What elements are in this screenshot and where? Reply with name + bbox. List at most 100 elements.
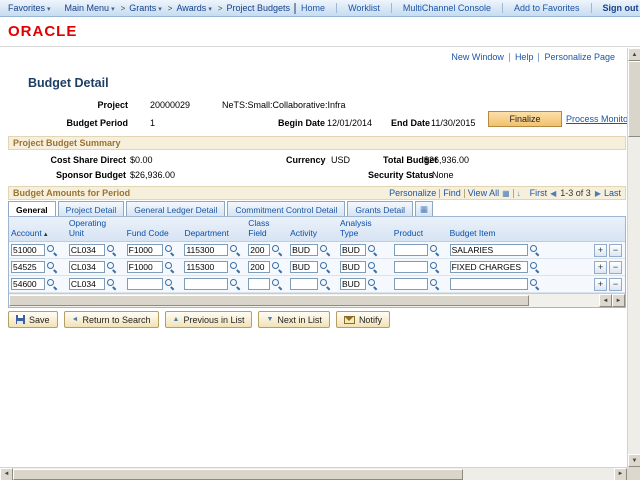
download-icon[interactable]: ↓ — [517, 189, 521, 198]
new-window-link[interactable]: New Window — [451, 52, 504, 62]
column-header-account[interactable]: Account▲ — [9, 228, 67, 241]
operating-unit-input[interactable] — [68, 244, 105, 256]
lookup-icon[interactable] — [429, 262, 440, 272]
column-header-class-field[interactable]: Class Field — [246, 218, 288, 241]
previous-page-icon[interactable]: ◀ — [550, 189, 556, 198]
fund-code-input[interactable] — [126, 278, 163, 290]
lookup-icon[interactable] — [47, 245, 57, 255]
scroll-left-icon[interactable]: ◄ — [0, 467, 13, 480]
find-link[interactable]: Find — [443, 188, 461, 198]
add-row-button[interactable]: + — [594, 277, 608, 291]
scroll-right-icon[interactable]: ► — [614, 467, 627, 480]
scrollbar-thumb[interactable] — [13, 468, 463, 480]
class-field-input[interactable] — [248, 244, 271, 256]
budget-item-input[interactable] — [449, 244, 528, 256]
grid-horizontal-scrollbar[interactable]: ◄ ► — [9, 293, 625, 307]
scroll-down-icon[interactable]: ▼ — [628, 454, 640, 467]
scroll-up-icon[interactable]: ▲ — [628, 48, 640, 61]
main-menu[interactable]: Main Menu ▾ — [65, 3, 117, 13]
delete-row-button[interactable]: − — [609, 243, 623, 257]
lookup-icon[interactable] — [529, 279, 540, 289]
lookup-icon[interactable] — [164, 279, 175, 289]
lookup-icon[interactable] — [367, 279, 378, 289]
class-field-input[interactable] — [248, 278, 271, 290]
fund-code-input[interactable] — [126, 261, 163, 273]
fund-code-input[interactable] — [126, 244, 163, 256]
department-input[interactable] — [184, 278, 229, 290]
analysis-type-input[interactable] — [339, 244, 366, 256]
notify-button[interactable]: Notify — [335, 311, 390, 328]
budget-item-input[interactable] — [449, 261, 528, 273]
lookup-icon[interactable] — [367, 262, 378, 272]
lookup-icon[interactable] — [367, 245, 378, 255]
operating-unit-input[interactable] — [68, 261, 105, 273]
activity-input[interactable] — [290, 244, 319, 256]
lookup-icon[interactable] — [320, 262, 330, 272]
tab-general[interactable]: General — [8, 201, 56, 216]
breadcrumb-project-budgets[interactable]: Project Budgets — [227, 3, 291, 13]
personalize-link[interactable]: Personalize — [389, 188, 436, 198]
product-input[interactable] — [393, 278, 428, 290]
column-header-budget-item[interactable]: Budget Item — [448, 228, 566, 241]
last-link[interactable]: Last — [604, 188, 621, 198]
lookup-icon[interactable] — [164, 245, 175, 255]
return-to-search-button[interactable]: ◄ Return to Search — [63, 311, 159, 328]
help-link[interactable]: Help — [515, 52, 534, 62]
lookup-icon[interactable] — [272, 245, 282, 255]
activity-input[interactable] — [290, 278, 319, 290]
lookup-icon[interactable] — [320, 245, 330, 255]
operating-unit-input[interactable] — [68, 278, 105, 290]
first-link[interactable]: First — [530, 188, 548, 198]
previous-in-list-button[interactable]: ▲ Previous in List — [164, 311, 253, 328]
account-input[interactable] — [11, 244, 45, 256]
column-header-department[interactable]: Department — [182, 228, 246, 241]
lookup-icon[interactable] — [429, 279, 440, 289]
lookup-icon[interactable] — [272, 279, 282, 289]
multichannel-console-link[interactable]: MultiChannel Console — [403, 3, 491, 13]
finalize-button[interactable]: Finalize — [488, 111, 562, 127]
budget-item-input[interactable] — [449, 278, 528, 290]
activity-input[interactable] — [290, 261, 319, 273]
scroll-left-icon[interactable]: ◄ — [599, 294, 612, 307]
scrollbar-thumb[interactable] — [628, 61, 640, 137]
lookup-icon[interactable] — [106, 279, 117, 289]
zoom-grid-icon[interactable]: ▦ — [502, 189, 510, 198]
tab-project-detail[interactable]: Project Detail — [57, 201, 125, 216]
product-input[interactable] — [393, 261, 428, 273]
account-input[interactable] — [11, 278, 45, 290]
tab-grants-detail[interactable]: Grants Detail — [347, 201, 414, 216]
lookup-icon[interactable] — [47, 279, 57, 289]
add-to-favorites-link[interactable]: Add to Favorites — [514, 3, 580, 13]
department-input[interactable] — [184, 244, 229, 256]
scrollbar-thumb[interactable] — [9, 295, 529, 306]
tab-commitment-control-detail[interactable]: Commitment Control Detail — [227, 201, 346, 216]
lookup-icon[interactable] — [164, 262, 175, 272]
column-header-activity[interactable]: Activity — [288, 228, 338, 241]
add-row-button[interactable]: + — [594, 243, 608, 257]
analysis-type-input[interactable] — [339, 278, 366, 290]
lookup-icon[interactable] — [429, 245, 440, 255]
sign-out-link[interactable]: Sign out — [603, 3, 639, 13]
lookup-icon[interactable] — [106, 245, 117, 255]
product-input[interactable] — [393, 244, 428, 256]
lookup-icon[interactable] — [529, 262, 540, 272]
analysis-type-input[interactable] — [339, 261, 366, 273]
column-header-analysis-type[interactable]: Analysis Type — [338, 218, 392, 241]
process-monitor-link[interactable]: Process Monitor — [566, 114, 631, 124]
show-all-columns-tab[interactable]: ▦ — [415, 201, 434, 216]
breadcrumb-grants[interactable]: Grants ▾ — [129, 3, 164, 13]
lookup-icon[interactable] — [47, 262, 57, 272]
worklist-link[interactable]: Worklist — [348, 3, 380, 13]
next-page-icon[interactable]: ▶ — [595, 189, 601, 198]
lookup-icon[interactable] — [230, 279, 240, 289]
next-in-list-button[interactable]: ▼ Next in List — [258, 311, 330, 328]
account-input[interactable] — [11, 261, 45, 273]
vertical-scrollbar[interactable]: ▲ ▼ — [627, 48, 640, 467]
lookup-icon[interactable] — [230, 262, 240, 272]
tab-general-ledger-detail[interactable]: General Ledger Detail — [126, 201, 226, 216]
class-field-input[interactable] — [248, 261, 271, 273]
column-header-fund-code[interactable]: Fund Code — [125, 228, 183, 241]
lookup-icon[interactable] — [272, 262, 282, 272]
delete-row-button[interactable]: − — [609, 277, 623, 291]
column-header-product[interactable]: Product — [392, 228, 448, 241]
